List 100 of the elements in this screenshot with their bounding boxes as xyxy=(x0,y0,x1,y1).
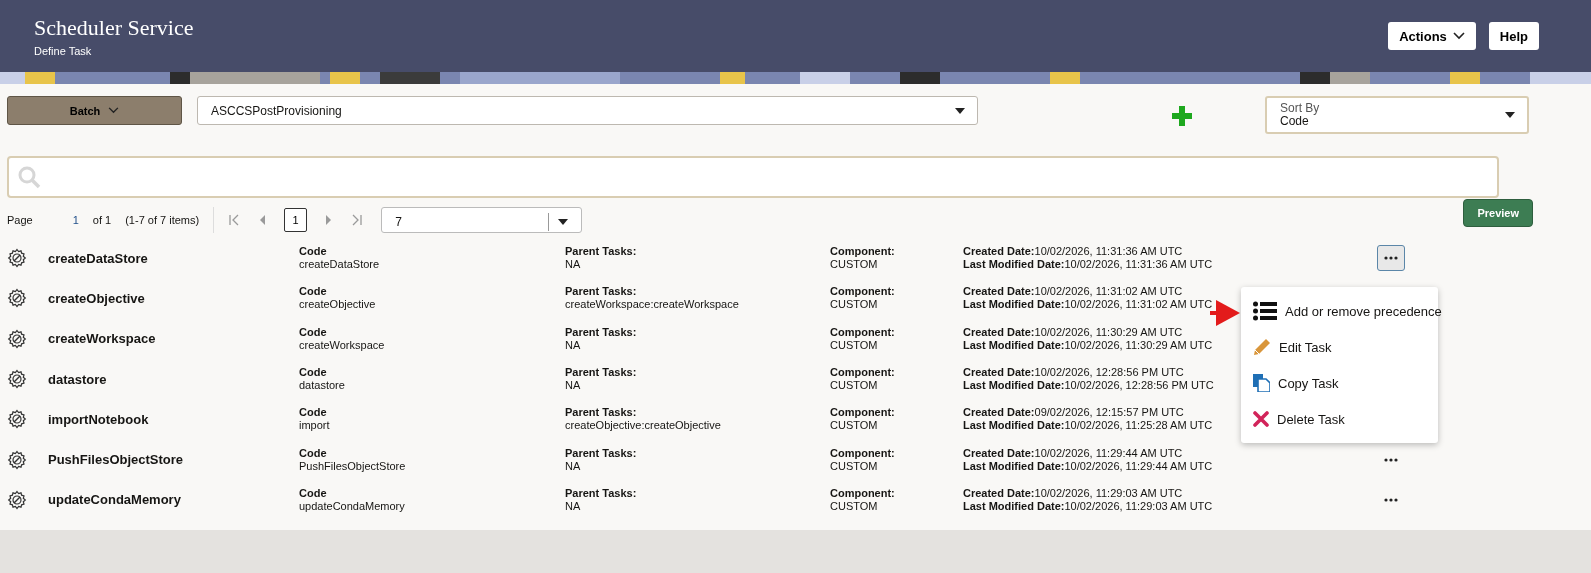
parent-tasks-value: NA xyxy=(565,459,582,473)
sort-select[interactable]: Sort By Code xyxy=(1265,96,1529,134)
code-value: PushFilesObjectStore xyxy=(299,459,407,473)
component-label: Component: xyxy=(830,446,896,460)
component-value: CUSTOM xyxy=(830,258,879,272)
task-name[interactable]: datastore xyxy=(48,371,299,387)
created-date-label: Created Date: xyxy=(963,245,1035,258)
page-button[interactable]: 1 xyxy=(284,208,308,232)
arrow-annotation xyxy=(1210,300,1240,326)
code-label: Code xyxy=(299,245,328,259)
component-value: CUSTOM xyxy=(830,499,879,513)
modified-date-label: Last Modified Date: xyxy=(963,338,1065,351)
gear-icon xyxy=(7,449,27,470)
code-value: createDataStore xyxy=(299,258,381,272)
gear-icon xyxy=(7,328,27,349)
preview-button[interactable]: Preview xyxy=(1463,199,1533,227)
gear-icon xyxy=(7,248,27,269)
actions-button[interactable]: Actions xyxy=(1388,22,1476,50)
page-size-select[interactable]: 7 xyxy=(381,207,583,233)
code-label: Code xyxy=(299,406,328,420)
code-value: createWorkspace xyxy=(299,338,386,352)
modified-date-label: Last Modified Date: xyxy=(963,258,1065,271)
parent-tasks-value: NA xyxy=(565,499,582,513)
modified-date-value: 10/02/2026, 12:28:56 PM UTC xyxy=(1064,379,1214,392)
modified-date-value: 10/02/2026, 11:30:29 AM UTC xyxy=(1064,338,1213,351)
batch-button[interactable]: Batch xyxy=(7,96,182,125)
component-value: CUSTOM xyxy=(830,379,879,393)
parent-tasks-label: Parent Tasks: xyxy=(565,406,638,420)
component-label: Component: xyxy=(830,325,896,339)
batch-select[interactable]: ASCCSPostProvisioning xyxy=(197,96,978,125)
created-date-label: Created Date: xyxy=(963,366,1035,379)
modified-date-value: 10/02/2026, 11:31:02 AM UTC xyxy=(1064,298,1213,311)
parent-tasks-value: NA xyxy=(565,338,582,352)
modified-date-label: Last Modified Date: xyxy=(963,499,1065,512)
component-label: Component: xyxy=(830,366,896,380)
task-name[interactable]: updateCondaMemory xyxy=(48,492,299,508)
help-button[interactable]: Help xyxy=(1488,22,1539,50)
created-date-label: Created Date: xyxy=(963,446,1035,459)
caret-down-icon xyxy=(558,219,569,225)
modified-date-label: Last Modified Date: xyxy=(963,459,1065,472)
created-date-value: 10/02/2026, 11:29:44 AM UTC xyxy=(1034,446,1183,459)
code-label: Code xyxy=(299,325,328,339)
item-range: (1-7 of 7 items) xyxy=(125,214,200,226)
caret-down-icon xyxy=(1505,112,1515,118)
parent-tasks-value: NA xyxy=(565,379,582,393)
add-icon[interactable] xyxy=(1172,106,1192,126)
ellipsis-icon xyxy=(1384,256,1398,261)
code-value: createObjective xyxy=(299,298,377,312)
chevron-down-icon xyxy=(108,107,120,114)
caret-down-icon xyxy=(955,107,965,114)
parent-tasks-label: Parent Tasks: xyxy=(565,486,638,500)
gear-icon xyxy=(7,288,27,309)
delete-icon xyxy=(1253,411,1269,427)
gear-icon xyxy=(7,369,27,390)
modified-date-label: Last Modified Date: xyxy=(963,298,1065,311)
code-value: datastore xyxy=(299,379,346,393)
menu-item[interactable]: Add or remove precedence xyxy=(1285,303,1442,319)
created-date-value: 10/02/2026, 11:31:02 AM UTC xyxy=(1034,285,1183,298)
parent-tasks-label: Parent Tasks: xyxy=(565,446,638,460)
modified-date-value: 10/02/2026, 11:31:36 AM UTC xyxy=(1064,258,1213,271)
modified-date-value: 10/02/2026, 11:29:44 AM UTC xyxy=(1064,459,1213,472)
created-date-value: 10/02/2026, 11:29:03 AM UTC xyxy=(1034,486,1183,499)
modified-date-value: 10/02/2026, 11:29:03 AM UTC xyxy=(1064,499,1213,512)
component-label: Component: xyxy=(830,406,896,420)
component-value: CUSTOM xyxy=(830,419,879,433)
page-title: Scheduler Service xyxy=(34,15,194,41)
created-date-value: 10/02/2026, 11:30:29 AM UTC xyxy=(1034,325,1183,338)
page-number-field[interactable]: 1 xyxy=(72,214,79,226)
parent-tasks-value: createObjective:createObjective xyxy=(565,419,722,433)
task-name[interactable]: PushFilesObjectStore xyxy=(48,452,299,468)
next-page-icon[interactable] xyxy=(325,215,334,225)
more-button[interactable] xyxy=(1377,245,1405,272)
menu-item[interactable]: Edit Task xyxy=(1279,339,1332,355)
last-page-icon[interactable] xyxy=(351,214,364,226)
pencil-icon xyxy=(1253,338,1271,356)
ellipsis-icon xyxy=(1384,497,1398,502)
created-date-value: 09/02/2026, 12:15:57 PM UTC xyxy=(1034,406,1184,419)
code-label: Code xyxy=(299,446,328,460)
created-date-label: Created Date: xyxy=(963,486,1035,499)
search-icon xyxy=(17,165,41,189)
gear-icon xyxy=(7,409,27,430)
component-label: Component: xyxy=(830,245,896,259)
code-label: Code xyxy=(299,486,328,500)
task-name[interactable]: importNotebook xyxy=(48,411,299,427)
copy-icon xyxy=(1253,374,1270,392)
menu-item[interactable]: Delete Task xyxy=(1277,411,1345,427)
task-name[interactable]: createWorkspace xyxy=(48,331,299,347)
parent-tasks-label: Parent Tasks: xyxy=(565,325,638,339)
created-date-label: Created Date: xyxy=(963,406,1035,419)
task-name[interactable]: createObjective xyxy=(48,290,299,306)
code-label: Code xyxy=(299,366,328,380)
component-value: CUSTOM xyxy=(830,338,879,352)
previous-page-icon[interactable] xyxy=(258,215,267,225)
search-field[interactable] xyxy=(7,156,1499,198)
task-name[interactable]: createDataStore xyxy=(48,250,299,266)
parent-tasks-label: Parent Tasks: xyxy=(565,366,638,380)
menu-item[interactable]: Copy Task xyxy=(1278,375,1339,391)
created-date-label: Created Date: xyxy=(963,285,1035,298)
parent-tasks-label: Parent Tasks: xyxy=(565,285,638,299)
first-page-icon[interactable] xyxy=(228,214,241,226)
